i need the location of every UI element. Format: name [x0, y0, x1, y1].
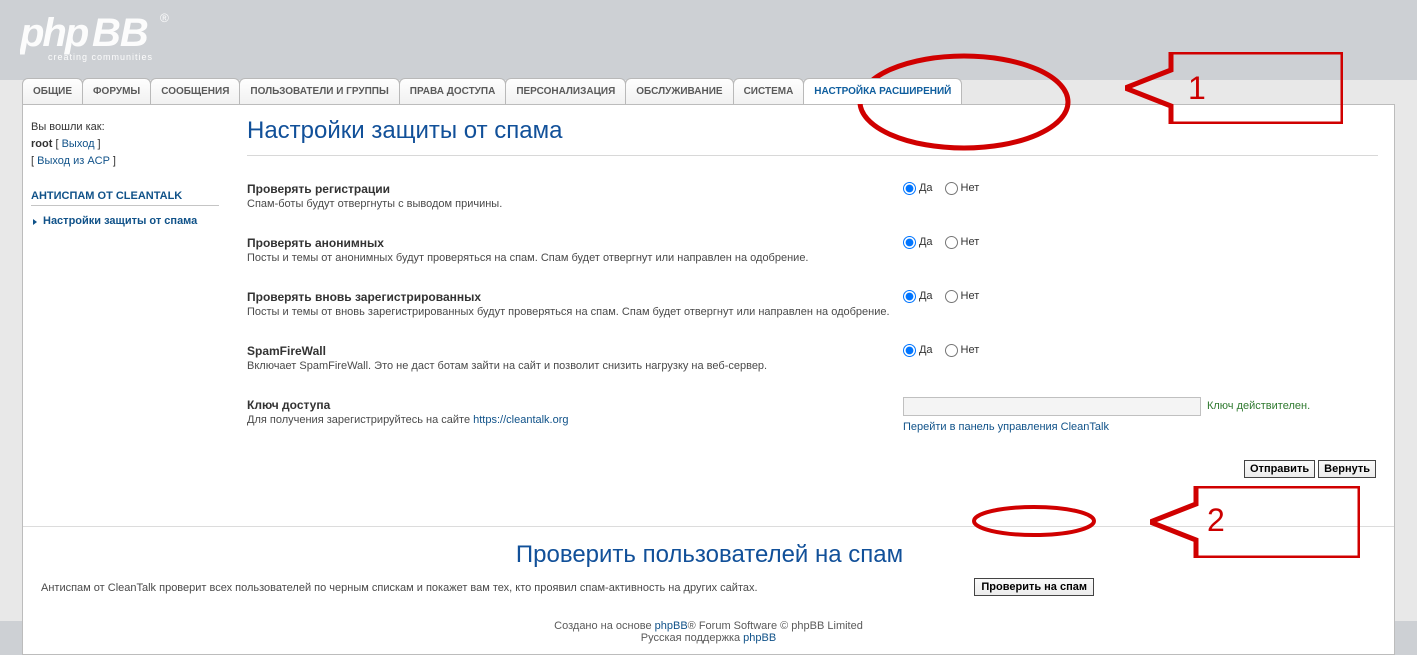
sidebar: Вы вошли как: root [ Выход ] [ Выход из … — [23, 105, 229, 506]
settings-form: Проверять регистрации Спам-боты будут от… — [247, 155, 1378, 488]
radio-no[interactable]: Нет — [945, 181, 980, 196]
phpbb-ru-link[interactable]: phpBB — [743, 632, 776, 644]
svg-text:creating communities: creating communities — [48, 52, 153, 62]
setting-label: Проверять анонимных — [247, 235, 891, 251]
radio-no[interactable]: Нет — [945, 235, 980, 250]
check-users-desc: Антиспам от CleanTalk проверит всех поль… — [41, 581, 1378, 596]
cleantalk-site-link[interactable]: https://cleantalk.org — [473, 414, 568, 426]
reset-button[interactable]: Вернуть — [1318, 460, 1376, 478]
radio-yes[interactable]: Да — [903, 235, 933, 250]
setting-desc: Посты и темы от вновь зарегистрированных… — [247, 305, 891, 320]
tab-permissions[interactable]: ПРАВА ДОСТУПА — [399, 78, 507, 104]
footer: Создано на основе phpBB® Forum Software … — [23, 614, 1394, 654]
tab-extensions[interactable]: НАСТРОЙКА РАСШИРЕНИЙ — [803, 78, 962, 104]
tab-forums[interactable]: ФОРУМЫ — [82, 78, 151, 104]
tab-styles[interactable]: ПЕРСОНАЛИЗАЦИЯ — [505, 78, 626, 104]
tab-posting[interactable]: СООБЩЕНИЯ — [150, 78, 240, 104]
radio-yes[interactable]: Да — [903, 181, 933, 196]
phpbb-link[interactable]: phpBB — [655, 620, 688, 632]
setting-label: SpamFireWall — [247, 343, 891, 359]
tab-maintenance[interactable]: ОБСЛУЖИВАНИЕ — [625, 78, 733, 104]
settings-main: Настройки защиты от спама Проверять реги… — [229, 105, 1394, 506]
setting-label: Ключ доступа — [247, 397, 891, 413]
check-users-panel: Проверить пользователей на спам Антиспам… — [23, 526, 1394, 614]
tab-system[interactable]: СИСТЕМА — [733, 78, 805, 104]
setting-label: Проверять вновь зарегистрированных — [247, 289, 891, 305]
sidebar-category-cleantalk: АНТИСПАМ ОТ CLEANTALK — [31, 190, 219, 206]
key-status: Ключ действителен. — [1207, 399, 1310, 414]
tab-general[interactable]: ОБЩИЕ — [22, 78, 83, 104]
svg-text:BB: BB — [92, 11, 148, 55]
setting-label: Проверять регистрации — [247, 181, 891, 197]
setting-desc: Посты и темы от анонимных будут проверят… — [247, 251, 891, 266]
check-spam-button[interactable]: Проверить на спам — [974, 578, 1094, 596]
annotation-label-1: 1 — [1188, 70, 1206, 107]
submit-button[interactable]: Отправить — [1244, 460, 1315, 478]
setting-check-registrations: Проверять регистрации Спам-боты будут от… — [247, 177, 1378, 220]
login-user: root — [31, 138, 52, 150]
access-key-input[interactable] — [903, 397, 1201, 416]
radio-no[interactable]: Нет — [945, 289, 980, 304]
svg-text:®: ® — [160, 11, 169, 25]
radio-no[interactable]: Нет — [945, 343, 980, 358]
radio-yes[interactable]: Да — [903, 289, 933, 304]
setting-desc: Включает SpamFireWall. Это не даст ботам… — [247, 359, 891, 374]
setting-access-key: Ключ доступа Для получения зарегистрируй… — [247, 393, 1378, 443]
check-users-title: Проверить пользователей на спам — [41, 541, 1378, 569]
sidebar-item-antispam-settings[interactable]: Настройки защиты от спама — [31, 212, 219, 230]
setting-desc: Спам-боты будут отвергнуты с выводом при… — [247, 197, 891, 212]
svg-text:php: php — [20, 11, 89, 55]
setting-desc: Для получения зарегистрируйтесь на сайте… — [247, 413, 891, 428]
phpbb-logo: php BB ® creating communities — [20, 6, 178, 66]
login-label: Вы вошли как: — [31, 119, 219, 136]
cleantalk-cp-link[interactable]: Перейти в панель управления CleanTalk — [903, 420, 1109, 435]
radio-yes[interactable]: Да — [903, 343, 933, 358]
setting-check-guests: Проверять анонимных Посты и темы от анон… — [247, 231, 1378, 274]
admin-panel: Вы вошли как: root [ Выход ] [ Выход из … — [22, 104, 1395, 655]
login-info: Вы вошли как: root [ Выход ] [ Выход из … — [31, 119, 219, 170]
acp-logout-link[interactable]: Выход из ACP — [37, 155, 110, 167]
admin-tabbar: ОБЩИЕ ФОРУМЫ СООБЩЕНИЯ ПОЛЬЗОВАТЕЛИ И ГР… — [22, 77, 961, 103]
logout-link[interactable]: Выход — [62, 138, 95, 150]
tab-users[interactable]: ПОЛЬЗОВАТЕЛИ И ГРУППЫ — [239, 78, 399, 104]
page-title: Настройки защиты от спама — [247, 117, 1378, 145]
setting-spamfirewall: SpamFireWall Включает SpamFireWall. Это … — [247, 339, 1378, 382]
setting-check-new-users: Проверять вновь зарегистрированных Посты… — [247, 285, 1378, 328]
